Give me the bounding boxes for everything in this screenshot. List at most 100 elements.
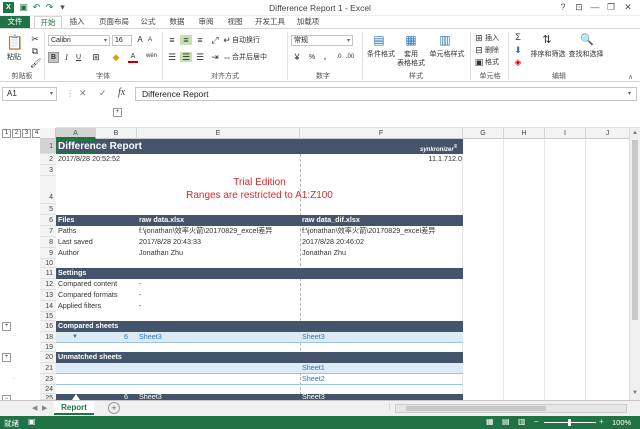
- autosum-button[interactable]: Σ: [513, 33, 523, 42]
- scroll-up-icon[interactable]: ▲: [632, 130, 638, 136]
- wrap-text-button[interactable]: 自动换行: [232, 36, 272, 45]
- expand-rows-button[interactable]: +: [2, 322, 11, 331]
- tab-review[interactable]: 审阅: [194, 16, 218, 28]
- format-button[interactable]: 格式: [485, 58, 505, 67]
- tab-addins[interactable]: 加载项: [293, 16, 323, 28]
- wrap-text-icon[interactable]: ↵: [222, 35, 232, 45]
- insert-button[interactable]: 插入: [485, 34, 505, 43]
- sort-filter-button[interactable]: 排序和筛选: [530, 50, 566, 59]
- zoom-out-button[interactable]: −: [534, 417, 539, 426]
- column-header-f[interactable]: F: [300, 128, 463, 139]
- zoom-in-button[interactable]: +: [599, 417, 604, 426]
- decrease-decimal-icon[interactable]: .00: [345, 52, 355, 62]
- collapse-ribbon-icon[interactable]: ∧: [628, 73, 633, 81]
- italic-button[interactable]: I: [62, 53, 71, 62]
- page-layout-view-icon[interactable]: ▤: [502, 417, 510, 426]
- tab-view[interactable]: 视图: [223, 16, 247, 28]
- fill-color-icon[interactable]: ◆: [110, 52, 122, 62]
- font-name-select[interactable]: Calibri: [48, 35, 110, 46]
- tab-page-layout[interactable]: 页面布局: [94, 16, 134, 28]
- find-select-icon[interactable]: 🔍: [580, 33, 594, 47]
- percent-button[interactable]: %: [307, 53, 317, 62]
- row-header[interactable]: 24: [40, 385, 56, 394]
- column-header-b[interactable]: B: [96, 128, 137, 139]
- row-header[interactable]: 23: [40, 374, 56, 385]
- outline-level-1[interactable]: 1: [2, 129, 11, 138]
- column-header-j[interactable]: J: [586, 128, 630, 139]
- paste-icon[interactable]: 📋: [6, 34, 23, 50]
- table-row[interactable]: [56, 374, 463, 385]
- table-row[interactable]: [56, 363, 463, 374]
- prev-sheet-icon[interactable]: ◀: [32, 404, 37, 412]
- name-box[interactable]: A1: [2, 87, 57, 101]
- chevron-down-icon[interactable]: ▾: [50, 90, 53, 97]
- tab-data[interactable]: 数据: [165, 16, 189, 28]
- select-all-corner[interactable]: [40, 128, 56, 139]
- cell-styles-button[interactable]: 单元格样式: [428, 50, 466, 59]
- fill-icon[interactable]: ⬇: [513, 45, 523, 55]
- comma-button[interactable]: ,: [320, 53, 330, 62]
- page-break-view-icon[interactable]: ▥: [518, 417, 526, 426]
- align-center-icon[interactable]: ☰: [180, 52, 192, 62]
- minimize-button[interactable]: —: [588, 1, 602, 14]
- insert-function-icon[interactable]: fx: [118, 87, 125, 98]
- borders-icon[interactable]: ⊞: [90, 52, 102, 62]
- chevron-down-icon[interactable]: ▾: [347, 37, 350, 44]
- row-header[interactable]: 6: [40, 215, 56, 226]
- indent-icon[interactable]: ⇥: [209, 52, 221, 62]
- ribbon-display-button[interactable]: ⊡: [572, 1, 586, 14]
- shrink-font-button[interactable]: A: [146, 36, 154, 45]
- sort-filter-icon[interactable]: ⇅: [540, 33, 554, 47]
- table-row[interactable]: [56, 332, 463, 343]
- outline-level-3[interactable]: 3: [22, 129, 31, 138]
- row-expand-arrow-icon[interactable]: ▼: [72, 332, 78, 342]
- align-right-icon[interactable]: ☰: [194, 52, 206, 62]
- row-header[interactable]: 2: [40, 154, 56, 165]
- expand-columns-button[interactable]: +: [113, 108, 122, 117]
- help-button[interactable]: ?: [556, 1, 570, 14]
- merge-center-button[interactable]: 合并后居中: [232, 53, 280, 62]
- tab-developer[interactable]: 开发工具: [252, 16, 288, 28]
- tab-file[interactable]: 文件: [0, 16, 30, 28]
- row-header[interactable]: 3: [40, 165, 56, 176]
- paste-button[interactable]: 粘贴: [4, 53, 24, 62]
- currency-icon[interactable]: ¥: [291, 52, 303, 62]
- copy-icon[interactable]: ⧉: [30, 46, 40, 56]
- expand-formula-bar-icon[interactable]: ▾: [628, 90, 631, 97]
- column-header-h[interactable]: H: [504, 128, 545, 139]
- macro-record-icon[interactable]: ▣: [28, 417, 36, 426]
- insert-icon[interactable]: ⊞: [474, 33, 484, 43]
- enter-icon[interactable]: ✓: [99, 88, 107, 99]
- grow-font-button[interactable]: A: [136, 35, 144, 44]
- orientation-icon[interactable]: ⤢: [209, 35, 221, 45]
- sheet-tab-report[interactable]: Report: [54, 401, 94, 415]
- tab-insert[interactable]: 插入: [64, 16, 90, 28]
- column-header-a[interactable]: A: [56, 128, 96, 139]
- row-header[interactable]: 15: [40, 312, 56, 321]
- format-icon[interactable]: ▣: [474, 57, 484, 67]
- row-header[interactable]: 5: [40, 204, 56, 215]
- row-header[interactable]: 10: [40, 259, 56, 268]
- column-header-g[interactable]: G: [463, 128, 504, 139]
- column-header-e[interactable]: E: [137, 128, 300, 139]
- chevron-down-icon[interactable]: ▾: [104, 37, 107, 44]
- format-as-table-button[interactable]: 套用 表格格式: [396, 50, 426, 68]
- merge-icon[interactable]: ⇔: [222, 52, 232, 62]
- column-header-i[interactable]: I: [545, 128, 586, 139]
- underline-button[interactable]: U: [74, 53, 83, 62]
- table-format-icon[interactable]: ▦: [404, 33, 418, 47]
- row-header[interactable]: 8: [40, 237, 56, 248]
- next-sheet-icon[interactable]: ▶: [42, 404, 47, 412]
- cut-icon[interactable]: ✂: [30, 34, 40, 44]
- row-header[interactable]: 16: [40, 321, 56, 332]
- clear-icon[interactable]: ◈: [513, 57, 523, 67]
- vertical-scrollbar[interactable]: ▲ ▼: [629, 128, 640, 400]
- phonetic-button[interactable]: wén: [146, 52, 157, 61]
- row-header[interactable]: 7: [40, 226, 56, 237]
- formula-input[interactable]: Difference Report: [135, 87, 637, 101]
- number-format-select[interactable]: 常规: [291, 35, 353, 46]
- row-header[interactable]: 18: [40, 332, 56, 343]
- font-size-select[interactable]: 16: [112, 35, 132, 46]
- scroll-thumb[interactable]: [632, 140, 638, 320]
- horizontal-scrollbar[interactable]: [395, 404, 627, 413]
